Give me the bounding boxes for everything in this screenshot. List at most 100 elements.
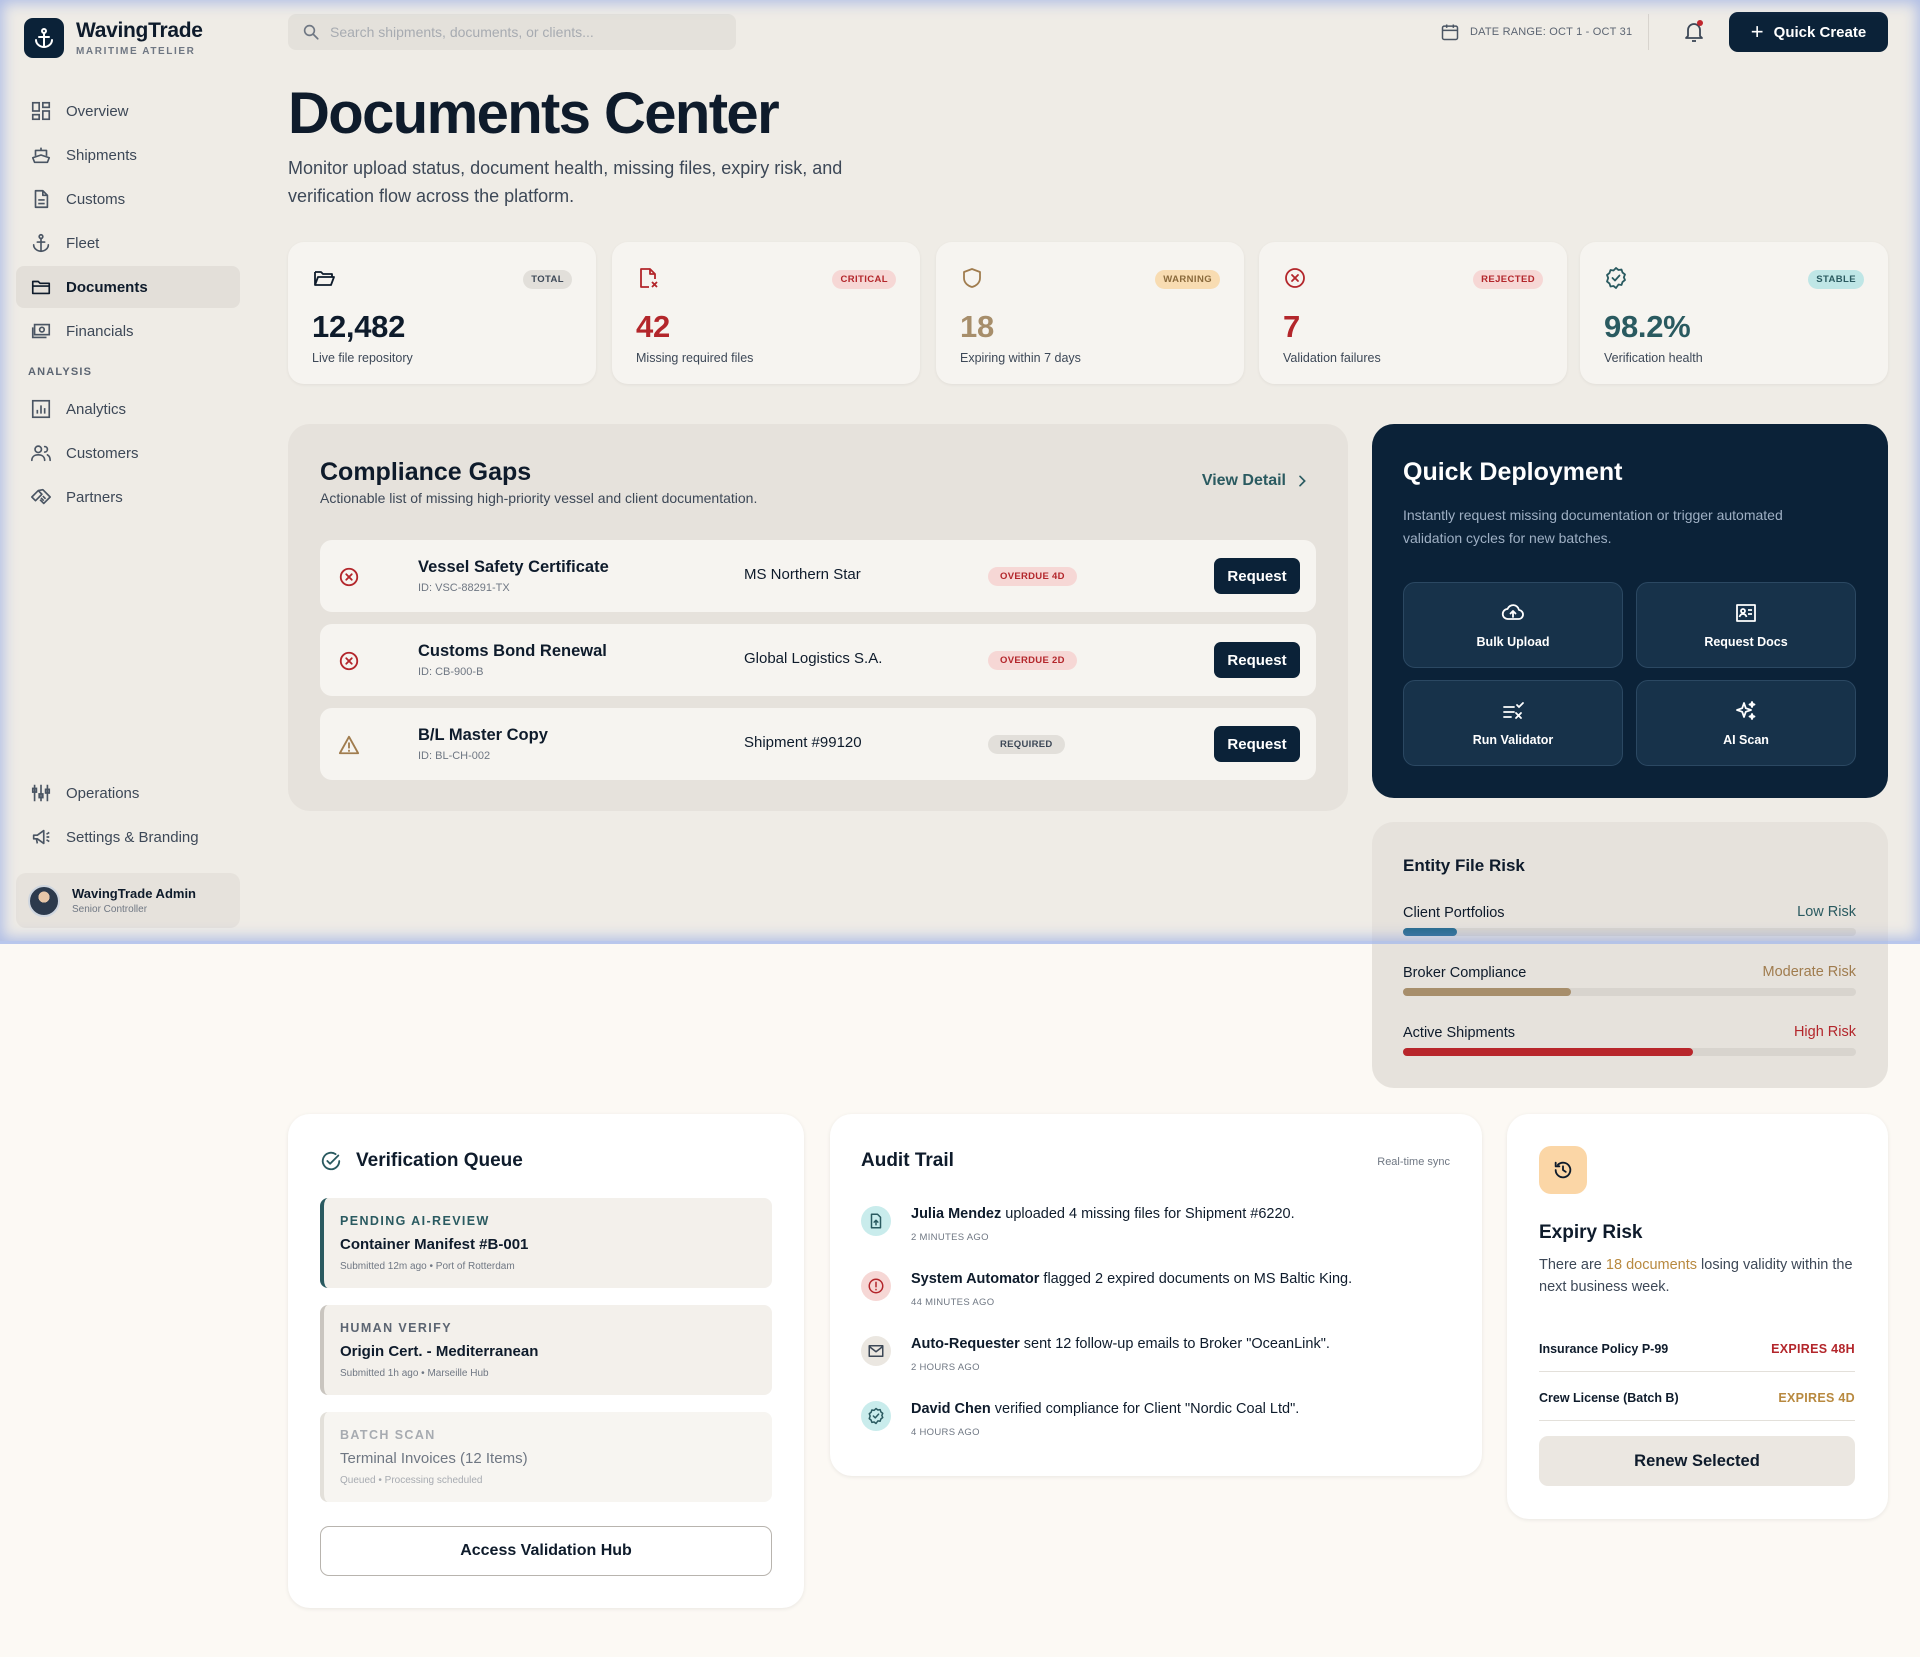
status-badge: WARNING (1155, 270, 1220, 289)
audit-message: flagged 2 expired documents on MS Baltic… (1039, 1271, 1353, 1287)
list-item[interactable]: PENDING AI-REVIEW Container Manifest #B-… (320, 1198, 772, 1288)
bulk-upload-button[interactable]: Bulk Upload (1403, 582, 1623, 668)
cloud-upload-icon (1501, 604, 1524, 620)
audit-message: verified compliance for Client "Nordic C… (990, 1401, 1300, 1417)
anchor-icon (32, 233, 50, 253)
entity-name: Global Logistics S.A. (744, 650, 883, 667)
entity-file-risk-panel: Entity File Risk Client Portfolios Low R… (1372, 822, 1888, 1088)
sidebar-item-label: Partners (66, 488, 123, 506)
date-range-picker[interactable]: DATE RANGE: OCT 1 - OCT 31 (1440, 22, 1632, 42)
audit-message: uploaded 4 missing files for Shipment #6… (1001, 1206, 1295, 1222)
table-row[interactable]: B/L Master Copy ID: BL-CH-002 Shipment #… (320, 708, 1316, 780)
risk-level: Moderate Risk (1762, 964, 1856, 980)
audit-timestamp: 2 HOURS AGO (911, 1362, 980, 1373)
status-badge: CRITICAL (832, 270, 896, 289)
brand-subtitle: MARITIME ATELIER (76, 46, 196, 57)
search-bar[interactable] (288, 14, 736, 50)
stat-card-stable[interactable]: STABLE 98.2% Verification health (1580, 242, 1888, 384)
notification-dot (1697, 20, 1703, 26)
verification-queue-card: Verification Queue PENDING AI-REVIEW Con… (288, 1114, 804, 1608)
request-docs-button[interactable]: Request Docs (1636, 582, 1856, 668)
history-icon (1539, 1146, 1587, 1194)
view-detail-label: View Detail (1201, 472, 1286, 489)
quick-create-label: Quick Create (1773, 23, 1867, 41)
status-badge: STABLE (1808, 270, 1864, 289)
handshake-icon (31, 488, 51, 505)
run-validator-button[interactable]: Run Validator (1403, 680, 1623, 766)
file-missing-icon (640, 268, 658, 288)
request-button[interactable]: Request (1214, 726, 1300, 762)
request-button[interactable]: Request (1214, 558, 1300, 594)
run-validator-label: Run Validator (1472, 733, 1554, 747)
id-card-icon (1736, 604, 1756, 622)
list-item[interactable]: Insurance Policy P-99 EXPIRES 48H (1539, 1332, 1855, 1372)
sidebar-item-settings-branding[interactable]: Settings & Branding (16, 816, 240, 858)
queue-item-name: Terminal Invoices (12 Items) (340, 1450, 528, 1467)
user-profile-card[interactable]: WavingTrade Admin Senior Controller (16, 873, 240, 928)
stat-card-rejected[interactable]: REJECTED 7 Validation failures (1259, 242, 1567, 384)
grid-icon (31, 101, 51, 121)
stat-value: 98.2% (1604, 309, 1691, 344)
brand[interactable]: WavingTrade MARITIME ATELIER (24, 18, 203, 58)
queue-item-meta: Submitted 12m ago • Port of Rotterdam (340, 1261, 515, 1272)
view-detail-link[interactable]: View Detail (1202, 472, 1310, 490)
brand-name: WavingTrade (76, 19, 203, 42)
stat-card-total[interactable]: TOTAL 12,482 Live file repository (288, 242, 596, 384)
sidebar-item-customers[interactable]: Customers (16, 432, 240, 474)
users-icon (31, 445, 51, 462)
search-input[interactable] (330, 24, 710, 40)
list-item[interactable]: Crew License (Batch B) EXPIRES 4D (1539, 1381, 1855, 1421)
error-circle-icon (339, 651, 359, 671)
sidebar-item-operations[interactable]: Operations (16, 772, 240, 814)
sidebar-item-documents[interactable]: Documents (16, 266, 240, 308)
document-name: Customs Bond Renewal (418, 642, 607, 660)
status-badge: OVERDUE 4D (988, 567, 1077, 586)
sidebar-item-partners[interactable]: Partners (16, 476, 240, 518)
user-role: Senior Controller (72, 904, 148, 915)
renew-selected-button[interactable]: Renew Selected (1539, 1436, 1855, 1486)
risk-level: Low Risk (1797, 904, 1856, 920)
audit-timestamp: 4 HOURS AGO (911, 1427, 980, 1438)
stat-card-warning[interactable]: WARNING 18 Expiring within 7 days (936, 242, 1244, 384)
risk-progress-track (1403, 988, 1856, 996)
stat-card-critical[interactable]: CRITICAL 42 Missing required files (612, 242, 920, 384)
access-validation-hub-button[interactable]: Access Validation Hub (320, 1526, 772, 1576)
quick-deployment-title: Quick Deployment (1403, 458, 1623, 486)
audit-timestamp: 2 MINUTES AGO (911, 1232, 989, 1243)
queue-item-tag: BATCH SCAN (340, 1428, 436, 1442)
risk-progress-track (1403, 1048, 1856, 1056)
avatar (28, 884, 60, 917)
sidebar-item-overview[interactable]: Overview (16, 90, 240, 132)
sidebar-item-shipments[interactable]: Shipments (16, 134, 240, 176)
table-row[interactable]: Vessel Safety Certificate ID: VSC-88291-… (320, 540, 1316, 612)
error-circle-icon (339, 567, 359, 587)
sidebar-item-customs[interactable]: Customs (16, 178, 240, 220)
audit-trail-card: Audit Trail Real-time sync Julia Mendez … (830, 1114, 1482, 1476)
sliders-icon (31, 784, 51, 802)
request-button[interactable]: Request (1214, 642, 1300, 678)
warning-triangle-icon (338, 735, 360, 755)
compliance-gaps-panel: Compliance Gaps Actionable list of missi… (288, 424, 1348, 811)
sidebar-item-label: Settings & Branding (66, 828, 199, 846)
audit-trail-title: Audit Trail (861, 1150, 954, 1171)
ai-scan-label: AI Scan (1723, 733, 1769, 747)
expiry-risk-description: There are 18 documents losing validity w… (1539, 1254, 1859, 1298)
table-row[interactable]: Customs Bond Renewal ID: CB-900-B Global… (320, 624, 1316, 696)
ai-scan-button[interactable]: AI Scan (1636, 680, 1856, 766)
list-item[interactable]: HUMAN VERIFY Origin Cert. - Mediterranea… (320, 1305, 772, 1395)
search-icon (303, 24, 319, 40)
upload-file-icon (861, 1206, 891, 1236)
queue-item-name: Container Manifest #B-001 (340, 1236, 529, 1253)
audit-message: sent 12 follow-up emails to Broker "Ocea… (1019, 1336, 1330, 1352)
sidebar-item-analytics[interactable]: Analytics (16, 388, 240, 430)
verification-queue-header: Verification Queue (320, 1150, 523, 1172)
expiry-risk-title: Expiry Risk (1539, 1222, 1643, 1243)
sidebar-item-fleet[interactable]: Fleet (16, 222, 240, 264)
expiry-desc-highlight[interactable]: 18 documents (1606, 1257, 1697, 1273)
queue-item-tag: HUMAN VERIFY (340, 1321, 452, 1335)
list-item[interactable]: BATCH SCAN Terminal Invoices (12 Items) … (320, 1412, 772, 1502)
stat-label: Expiring within 7 days (960, 351, 1081, 365)
sidebar-item-financials[interactable]: Financials (16, 310, 240, 352)
quick-create-button[interactable]: + Quick Create (1729, 12, 1888, 52)
risk-level: High Risk (1793, 1024, 1856, 1040)
